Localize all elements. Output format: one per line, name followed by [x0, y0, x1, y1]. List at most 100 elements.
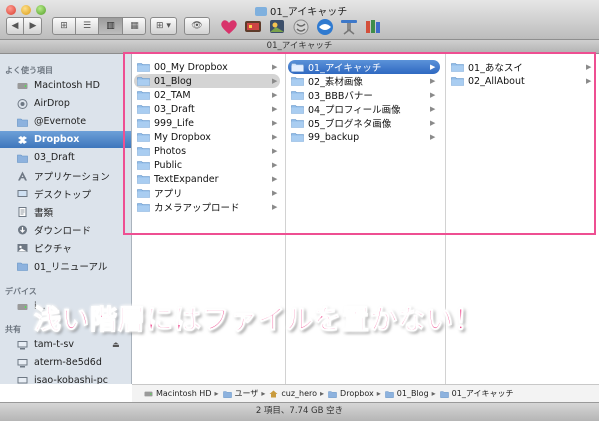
disk-icon: [17, 302, 28, 312]
column-view-button[interactable]: ▥: [99, 18, 123, 34]
folder-label: 02_TAM: [154, 89, 191, 101]
photo-app-icon[interactable]: [267, 17, 287, 36]
sync-app-icon[interactable]: [315, 17, 335, 36]
sidebar-item-item[interactable]: アプリケーション: [0, 167, 131, 184]
folder-row[interactable]: 01_あなスイ ▶: [448, 60, 594, 74]
disclosure-arrow-icon: ▶: [430, 91, 436, 99]
heart-app-icon[interactable]: [219, 17, 239, 36]
breadcrumb-item[interactable]: 01_アイキャッチ: [436, 388, 513, 399]
sidebar-section-header: よく使う項目: [5, 66, 53, 75]
folder-row[interactable]: 03_BBBバナー ▶: [288, 88, 440, 102]
folder-label: 99_backup: [308, 131, 360, 143]
folder-row[interactable]: TextExpander ▶: [134, 172, 280, 186]
media-app-icon[interactable]: [243, 17, 263, 36]
title-bar: 01_アイキャッチ ◀ ▶ ⊞ ☰ ▥ ▦ ⊞ ▾ 👁: [0, 0, 599, 40]
sidebar-item-shared-tam-t-sv[interactable]: tam-t-sv ⏏: [0, 336, 131, 353]
back-button[interactable]: ◀: [7, 18, 24, 34]
icon-view-button[interactable]: ⊞: [53, 18, 76, 34]
folder-row[interactable]: 00_My Dropbox ▶: [134, 60, 280, 74]
folder-row[interactable]: 999_Life ▶: [134, 116, 280, 130]
folder-label: 999_Life: [154, 117, 195, 129]
folder-icon: [291, 132, 304, 142]
folder-icon: [137, 146, 150, 156]
arrange-button[interactable]: ⊞ ▾: [150, 17, 177, 35]
folder-row[interactable]: 04_プロフィール画像 ▶: [288, 102, 440, 116]
folder-row[interactable]: 99_backup ▶: [288, 130, 440, 144]
annotation-text: 浅い階層にはファイルを置かない！: [34, 305, 482, 337]
folder-icon: [137, 174, 150, 184]
sidebar-item-03-draft[interactable]: 03_Draft: [0, 149, 131, 166]
folder-icon: [137, 202, 150, 212]
disclosure-arrow-icon: ▶: [430, 63, 436, 71]
eject-icon[interactable]: ⏏: [112, 340, 120, 349]
folder-icon: [137, 76, 150, 86]
cover-flow-button[interactable]: ▦: [123, 18, 146, 34]
folder-icon: [17, 153, 28, 163]
sidebar-item-label: 03_Draft: [34, 152, 75, 163]
breadcrumb-item[interactable]: Macintosh HD ▸: [140, 389, 219, 398]
breadcrumb-item[interactable]: Dropbox ▸: [324, 389, 381, 398]
sidebar-item-label: AirDrop: [34, 98, 70, 109]
sidebar-item-dropbox[interactable]: Dropbox: [0, 131, 131, 148]
breadcrumb-item[interactable]: ユーザ ▸: [219, 388, 265, 399]
folder-row[interactable]: アプリ ▶: [134, 186, 280, 200]
folder-label: TextExpander: [154, 173, 219, 185]
home-icon: [269, 390, 278, 398]
breadcrumb-item[interactable]: 01_Blog ▸: [381, 389, 436, 398]
folder-row[interactable]: 02_AllAbout ▶: [448, 74, 594, 88]
sidebar-item-item[interactable]: デスクトップ: [0, 185, 131, 202]
hard-drive-icon: [144, 390, 153, 398]
sidebar-item-item[interactable]: ピクチャ: [0, 239, 131, 256]
folder-row[interactable]: My Dropbox ▶: [134, 130, 280, 144]
list-view-button[interactable]: ☰: [76, 18, 99, 34]
minimize-button[interactable]: [21, 5, 31, 15]
sidebar-item-label: デスクトップ: [34, 189, 92, 201]
folder-icon: [328, 390, 337, 398]
folder-label: My Dropbox: [154, 131, 211, 143]
folder-row[interactable]: カメラアップロード ▶: [134, 200, 280, 214]
sidebar-item-airdrop[interactable]: AirDrop: [0, 95, 131, 112]
disclosure-arrow-icon: ▶: [272, 77, 278, 85]
folder-label: 00_My Dropbox: [154, 61, 228, 73]
folder-row[interactable]: 01_アイキャッチ ▶: [288, 60, 440, 74]
sidebar-section-header: 共有: [5, 325, 21, 334]
breadcrumb-label: Dropbox: [340, 389, 374, 398]
disclosure-arrow-icon: ▶: [272, 203, 278, 211]
forward-button[interactable]: ▶: [24, 18, 42, 34]
path-title: 01_アイキャッチ: [266, 41, 333, 51]
folder-row[interactable]: 05_ブログネタ画像 ▶: [288, 116, 440, 130]
folder-label: Photos: [154, 145, 187, 157]
disclosure-arrow-icon: ▶: [586, 77, 592, 85]
sidebar-item-shared-aterm-8e5d6d[interactable]: aterm-8e5d6d: [0, 354, 131, 371]
folder-row[interactable]: 03_Draft ▶: [134, 102, 280, 116]
sidebar-item-evernote[interactable]: @Evernote: [0, 113, 131, 130]
hard-drive-icon: [17, 81, 28, 91]
breadcrumb-item[interactable]: cuz_hero ▸: [265, 389, 324, 398]
script-app-icon[interactable]: [291, 17, 311, 36]
path-title-bar: 01_アイキャッチ: [0, 40, 599, 54]
sidebar-section-header: デバイス: [5, 287, 37, 296]
disclosure-arrow-icon: ▶: [272, 189, 278, 197]
sidebar-item-01[interactable]: 01_リニューアル: [0, 257, 131, 274]
sidebar-item-item[interactable]: ダウンロード: [0, 221, 131, 238]
folder-row[interactable]: 02_素材画像 ▶: [288, 74, 440, 88]
library-app-icon[interactable]: [363, 17, 383, 36]
folder-icon: [137, 160, 150, 170]
folder-icon: [291, 62, 304, 72]
close-button[interactable]: [6, 5, 16, 15]
folder-row[interactable]: Public ▶: [134, 158, 280, 172]
quick-look-button[interactable]: 👁: [184, 17, 210, 35]
folder-icon: [291, 90, 304, 100]
presentation-app-icon[interactable]: [339, 17, 359, 36]
sidebar-item-shared-isao-kobashi-pc[interactable]: isao-kobashi-pc: [0, 372, 131, 384]
folder-row[interactable]: 01_Blog ▶: [134, 74, 280, 88]
folder-row[interactable]: Photos ▶: [134, 144, 280, 158]
folder-row[interactable]: 02_TAM ▶: [134, 88, 280, 102]
disclosure-arrow-icon: ▶: [430, 77, 436, 85]
disclosure-arrow-icon: ▶: [272, 147, 278, 155]
sidebar-item-macintosh-hd[interactable]: Macintosh HD: [0, 77, 131, 94]
folder-icon: [255, 7, 267, 16]
zoom-button[interactable]: [36, 5, 46, 15]
sidebar-item-label: Dropbox: [34, 134, 80, 145]
sidebar-item-item[interactable]: 書類: [0, 203, 131, 220]
